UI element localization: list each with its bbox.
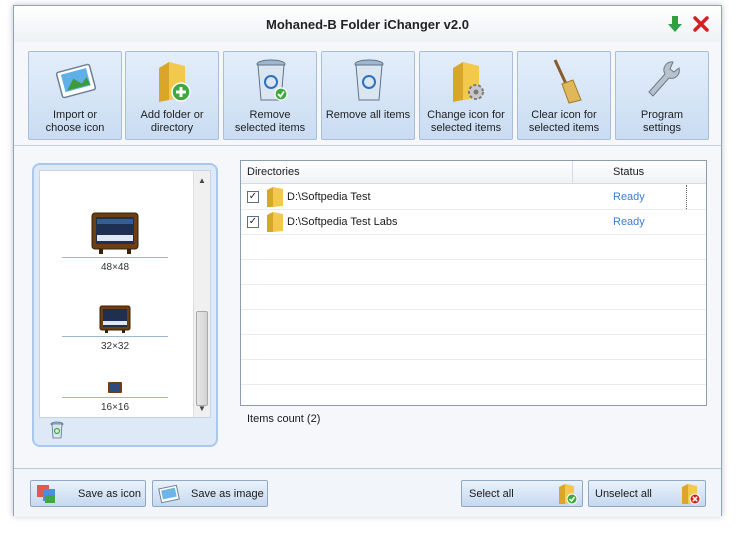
delete-icon-button[interactable] — [49, 421, 65, 442]
scroll-down-button[interactable]: ▼ — [194, 401, 210, 415]
save-as-image-button[interactable]: Save as image — [152, 480, 268, 507]
tv-icon — [99, 305, 131, 333]
icon-file-icon — [37, 485, 55, 503]
main-toolbar: Import or choose icon Add folder or direct… — [14, 42, 721, 146]
folder-remove-icon — [682, 484, 701, 505]
window-title: Mohaned-B Folder iChanger v2.0 — [266, 17, 469, 32]
directory-table: Directories Status ✓ D:\Softpedia Test R… — [240, 160, 707, 406]
program-settings-button[interactable]: Program settings — [615, 51, 709, 140]
status-text: Ready — [613, 216, 645, 228]
change-icon-button[interactable]: Change icon for selected items — [419, 51, 513, 140]
remove-all-button[interactable]: Remove all items — [321, 51, 415, 140]
column-header-directories[interactable]: Directories — [247, 166, 300, 178]
minimize-button[interactable] — [665, 14, 685, 34]
column-header-status[interactable]: Status — [613, 166, 644, 178]
unselect-all-button[interactable]: Unselect all — [588, 480, 706, 507]
tv-icon — [91, 212, 139, 254]
row-checkbox[interactable]: ✓ — [247, 191, 259, 203]
close-button[interactable] — [691, 14, 711, 34]
arrow-down-icon — [668, 16, 682, 32]
recycle-bin-icon — [50, 421, 64, 439]
image-icon — [158, 484, 180, 504]
folder-add-icon — [159, 62, 191, 102]
close-icon — [693, 16, 709, 32]
tv-icon — [108, 382, 122, 393]
status-text: Ready — [613, 191, 645, 203]
save-as-icon-button[interactable]: Save as icon — [30, 480, 146, 507]
icon-size-16[interactable]: 16×16 — [62, 381, 168, 413]
import-icon-button[interactable]: Import or choose icon — [28, 51, 122, 140]
row-checkbox[interactable]: ✓ — [247, 216, 259, 228]
clear-icon-button[interactable]: Clear icon for selected items — [517, 51, 611, 140]
scroll-thumb[interactable] — [196, 311, 208, 406]
icon-size-48[interactable]: 48×48 — [62, 211, 168, 273]
title-bar: Mohaned-B Folder iChanger v2.0 — [14, 6, 721, 42]
icon-list-scrollbar[interactable]: ▲ ▼ — [193, 171, 210, 417]
table-row[interactable]: ✓ D:\Softpedia Test Labs Ready — [241, 210, 706, 235]
wrench-icon — [648, 61, 680, 97]
folder-check-icon — [559, 484, 578, 505]
broom-icon — [553, 59, 582, 104]
scroll-up-button[interactable]: ▲ — [194, 173, 210, 187]
table-row[interactable]: ✓ D:\Softpedia Test Ready — [241, 185, 706, 210]
icon-size-list: 48×48 32×32 16×16 ▲ ▼ — [39, 170, 211, 418]
items-count-label: Items count (2) — [247, 413, 321, 425]
icon-size-32[interactable]: 32×32 — [62, 304, 168, 352]
recycle-bin-check-icon — [256, 59, 288, 101]
directory-path: D:\Softpedia Test Labs — [287, 216, 398, 228]
table-header: Directories Status — [241, 161, 706, 184]
folder-icon — [267, 187, 283, 207]
folder-gear-icon — [453, 62, 484, 102]
recycle-bin-icon — [354, 59, 384, 101]
remove-selected-button[interactable]: Remove selected items — [223, 51, 317, 140]
image-import-icon — [56, 63, 96, 99]
folder-icon — [267, 212, 283, 232]
bottom-bar: Save as icon Save as image Select all Un… — [14, 468, 721, 517]
directory-path: D:\Softpedia Test — [287, 191, 371, 203]
add-folder-button[interactable]: Add folder or directory — [125, 51, 219, 140]
select-all-button[interactable]: Select all — [461, 480, 583, 507]
icon-preview-panel: 48×48 32×32 16×16 ▲ ▼ — [32, 163, 218, 447]
app-window: Mohaned-B Folder iChanger v2.0 Import or… — [13, 5, 722, 517]
